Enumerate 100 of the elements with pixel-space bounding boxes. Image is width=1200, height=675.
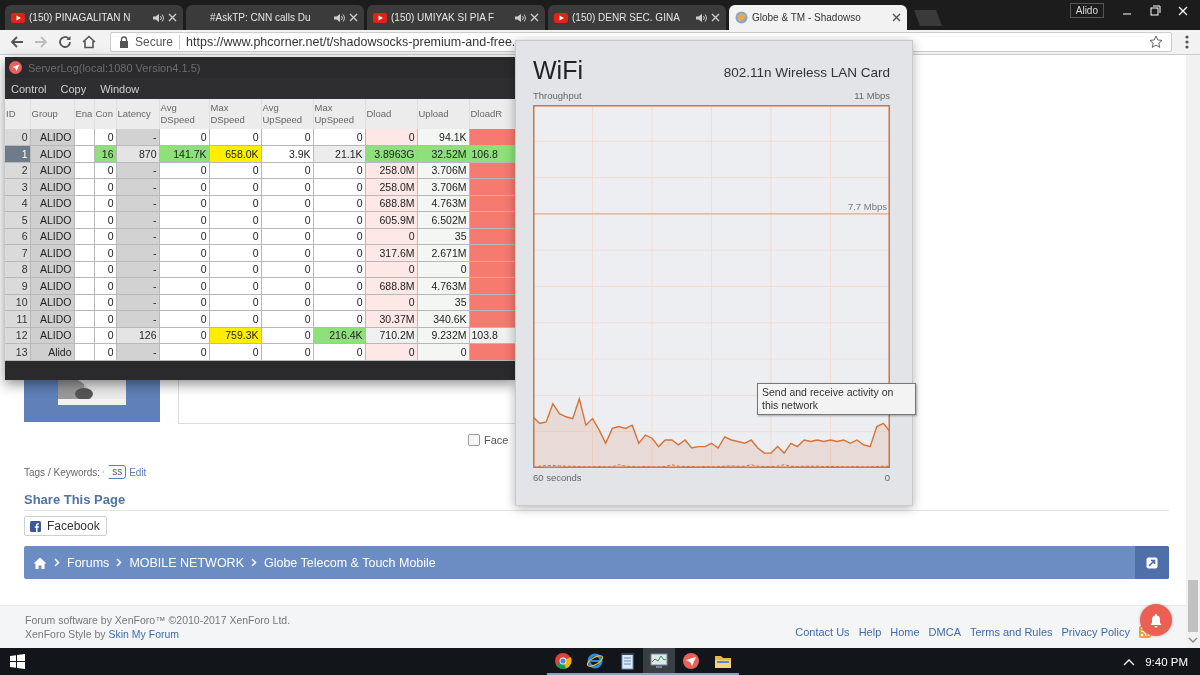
column-header[interactable]: Latency bbox=[116, 99, 159, 129]
breadcrumb-link[interactable]: Forums bbox=[67, 555, 110, 570]
table-cell bbox=[74, 211, 94, 228]
scrollbar[interactable] bbox=[1186, 55, 1200, 648]
table-cell: 94.1K bbox=[417, 129, 469, 146]
column-header[interactable]: Ena bbox=[74, 99, 94, 129]
breadcrumb-link[interactable]: Globe Telecom & Touch Mobile bbox=[263, 555, 436, 570]
column-header[interactable]: Max DSpeed bbox=[209, 99, 261, 129]
table-cell: 0 bbox=[159, 162, 209, 179]
table-cell: 0 bbox=[94, 162, 116, 179]
table-cell: 0 bbox=[209, 211, 261, 228]
window-title: ServerLog(local:1080 Version4.1.5) bbox=[28, 61, 201, 74]
table-cell bbox=[74, 261, 94, 278]
table-cell: 0 bbox=[313, 343, 365, 360]
table-cell bbox=[74, 277, 94, 294]
home-icon[interactable] bbox=[80, 33, 98, 51]
table-cell: ALIDO bbox=[30, 129, 74, 146]
footer-link[interactable]: Help bbox=[858, 626, 882, 638]
column-header[interactable]: Group bbox=[30, 99, 74, 129]
profile-button[interactable]: Alido bbox=[1069, 3, 1104, 18]
menu-icon[interactable] bbox=[1184, 34, 1190, 50]
axis-label: Throughput bbox=[533, 90, 582, 101]
column-header[interactable]: Avg DSpeed bbox=[159, 99, 209, 129]
table-cell: 0 bbox=[94, 178, 116, 195]
close-icon[interactable] bbox=[892, 13, 901, 22]
table-cell: 0 bbox=[159, 310, 209, 327]
play-icon bbox=[554, 12, 568, 23]
clock[interactable]: 9:40 PM bbox=[1145, 655, 1188, 668]
menu-item[interactable]: Control bbox=[11, 82, 47, 95]
column-header[interactable]: Upload bbox=[417, 99, 469, 129]
globe-icon bbox=[735, 11, 748, 24]
table-cell: 0 bbox=[313, 211, 365, 228]
footer-link[interactable]: Privacy Policy bbox=[1061, 626, 1130, 638]
browser-tab[interactable]: Globe & TM - Shadowso bbox=[729, 5, 907, 30]
table-cell: 0 bbox=[261, 129, 313, 146]
table-cell: 0 bbox=[94, 261, 116, 278]
breadcrumb-link[interactable]: MOBILE NETWORK bbox=[129, 555, 244, 570]
column-header[interactable]: Dload bbox=[365, 99, 417, 129]
table-cell: - bbox=[116, 129, 159, 146]
plane-icon bbox=[682, 651, 700, 670]
footer-link[interactable]: Home bbox=[890, 626, 920, 638]
table-cell bbox=[74, 343, 94, 360]
arrow-icon bbox=[1146, 556, 1158, 569]
browser-tab[interactable]: (150) DENR SEC. GINA bbox=[548, 5, 726, 30]
table-cell: 0 bbox=[313, 178, 365, 195]
facebook-icon bbox=[30, 520, 41, 532]
table-cell: 0 bbox=[313, 277, 365, 294]
table-cell: 0 bbox=[5, 129, 30, 146]
windows-icon[interactable] bbox=[10, 654, 25, 669]
facebook-button[interactable]: Facebook bbox=[24, 516, 107, 536]
table-cell: 0 bbox=[209, 178, 261, 195]
footer-link[interactable]: Terms and Rules bbox=[970, 626, 1053, 638]
footer-link[interactable]: DMCA bbox=[928, 626, 961, 638]
checkbox[interactable] bbox=[468, 434, 480, 446]
table-cell: 0 bbox=[261, 294, 313, 311]
url-text: https://www.phcorner.net/t/shadowsocks-premium-and-free. bbox=[186, 35, 516, 49]
browser-tab[interactable]: #AskTP: CNN calls Du bbox=[186, 5, 364, 30]
table-cell bbox=[74, 178, 94, 195]
taskbar-app[interactable] bbox=[643, 648, 675, 675]
table-cell: 0 bbox=[313, 195, 365, 212]
jump-button[interactable] bbox=[1135, 546, 1169, 579]
star-icon[interactable] bbox=[1149, 35, 1163, 49]
table-cell: 3.9K bbox=[261, 145, 313, 162]
column-header[interactable]: Max UpSpeed bbox=[313, 99, 365, 129]
menu-item[interactable]: Copy bbox=[60, 82, 87, 95]
table-cell: 0 bbox=[209, 162, 261, 179]
column-header[interactable]: DloadR bbox=[469, 99, 515, 129]
reload-icon[interactable] bbox=[56, 33, 74, 51]
chevron-icon bbox=[116, 558, 123, 567]
home-icon[interactable] bbox=[33, 556, 47, 569]
chevron-up-icon[interactable] bbox=[1123, 657, 1136, 666]
play-icon bbox=[11, 12, 25, 23]
column-header[interactable]: Con bbox=[94, 99, 116, 129]
table-cell: 0 bbox=[261, 343, 313, 360]
table-cell: 0 bbox=[313, 228, 365, 245]
table-cell: 0 bbox=[159, 277, 209, 294]
browser-tab[interactable]: (150) PINAGALITAN N bbox=[5, 5, 183, 30]
scroll-thumb[interactable] bbox=[1188, 580, 1198, 632]
table-cell: 0 bbox=[209, 244, 261, 261]
table-cell: 0 bbox=[159, 343, 209, 360]
table-cell: 0 bbox=[209, 129, 261, 146]
table-cell: 0 bbox=[209, 277, 261, 294]
column-header[interactable]: Avg UpSpeed bbox=[261, 99, 313, 129]
table-cell bbox=[74, 244, 94, 261]
table-cell: 0 bbox=[261, 162, 313, 179]
chevron-icon bbox=[250, 558, 257, 567]
table-cell bbox=[74, 327, 94, 344]
table-cell: 0 bbox=[159, 244, 209, 261]
menu-item[interactable]: Window bbox=[100, 82, 140, 95]
table-cell: 0 bbox=[159, 211, 209, 228]
browser-tab[interactable]: (150) UMIYAK SI PIA F bbox=[367, 5, 545, 30]
scroll-down-icon[interactable] bbox=[1188, 636, 1198, 644]
edit-link[interactable]: Edit bbox=[129, 466, 147, 478]
column-header[interactable]: ID bbox=[5, 99, 30, 129]
table-cell bbox=[74, 310, 94, 327]
table-cell: 0 bbox=[261, 244, 313, 261]
footer-link[interactable]: Skin My Forum bbox=[108, 628, 180, 640]
table-cell: 0 bbox=[159, 327, 209, 344]
table-cell: 0 bbox=[209, 261, 261, 278]
footer-link[interactable]: Contact Us bbox=[795, 626, 850, 638]
